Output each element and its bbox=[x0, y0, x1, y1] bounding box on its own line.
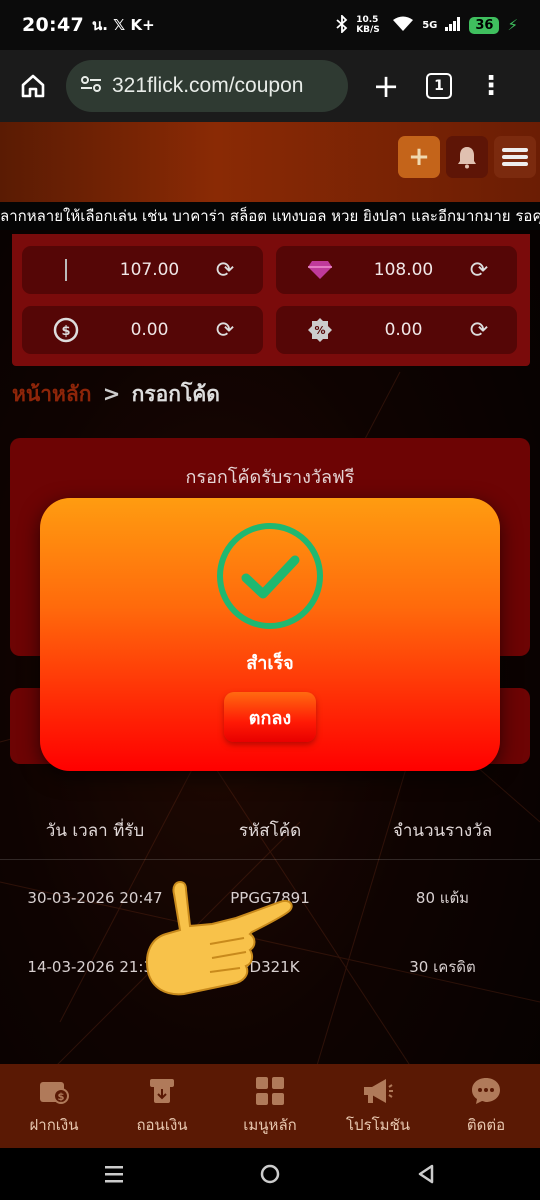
nav-item-contact[interactable]: ติดต่อ bbox=[432, 1064, 540, 1148]
address-bar[interactable]: 321flick.com/coupon bbox=[66, 60, 348, 112]
announcement-marquee: ลากหลายให้เลือกเล่น เช่น บาคาร่า สล็อต แ… bbox=[0, 202, 540, 230]
wallet-bar-icon bbox=[46, 259, 86, 281]
wallet-card-balance: 107.00 ⟳ bbox=[22, 246, 263, 294]
column-header-code: รหัสโค้ด bbox=[238, 821, 302, 841]
refresh-icon[interactable]: ⟳ bbox=[213, 258, 237, 283]
wallet-value: 108.00 bbox=[373, 260, 434, 280]
svg-text:%: % bbox=[314, 324, 325, 337]
wallet-card-diamond: 108.00 ⟳ bbox=[276, 246, 517, 294]
browser-menu-icon[interactable]: ⋮ bbox=[478, 73, 504, 99]
withdraw-icon bbox=[146, 1075, 178, 1107]
signal-icon bbox=[445, 16, 461, 34]
pointing-hand-icon bbox=[140, 872, 300, 1002]
nav-label: ติดต่อ bbox=[466, 1116, 506, 1134]
ok-button[interactable]: ตกลง bbox=[224, 692, 316, 742]
bluetooth-icon bbox=[336, 13, 348, 36]
column-header-datetime: วัน เวลา ที่รับ bbox=[45, 821, 145, 841]
nav-label: ฝากเงิน bbox=[29, 1116, 79, 1134]
refresh-icon[interactable]: ⟳ bbox=[467, 258, 491, 283]
hamburger-menu-icon[interactable] bbox=[494, 136, 536, 178]
breadcrumb-separator: > bbox=[102, 382, 121, 406]
new-tab-icon[interactable]: + bbox=[370, 67, 402, 105]
diamond-icon bbox=[300, 260, 340, 280]
recent-apps-icon[interactable] bbox=[98, 1158, 130, 1190]
home-icon[interactable] bbox=[18, 71, 48, 101]
status-notification-icons: น. 𝕏 K+ bbox=[91, 16, 155, 34]
system-home-icon[interactable] bbox=[254, 1158, 286, 1190]
megaphone-icon bbox=[362, 1075, 394, 1107]
site-header: + bbox=[0, 122, 540, 202]
nav-label: โปรโมชัน bbox=[345, 1116, 410, 1134]
charging-icon: ⚡ bbox=[507, 16, 518, 34]
coin-icon: $ bbox=[46, 317, 86, 343]
tab-switcher-button[interactable]: 1 bbox=[426, 73, 452, 99]
url-text[interactable]: 321flick.com/coupon bbox=[112, 74, 303, 98]
check-circle-icon bbox=[216, 522, 324, 630]
badge-percent-icon: % bbox=[300, 317, 340, 343]
coupon-form-title: กรอกโค้ดรับรางวัลฟรี bbox=[185, 467, 355, 488]
nav-item-promotion[interactable]: โปรโมชัน bbox=[324, 1064, 432, 1148]
column-header-reward: จำนวนรางวัล bbox=[392, 821, 493, 841]
grid-menu-icon bbox=[254, 1075, 286, 1107]
network-speed: 10.5 KB/S bbox=[356, 15, 380, 35]
nav-label: เมนูหลัก bbox=[243, 1116, 297, 1134]
breadcrumb: หน้าหลัก > กรอกโค้ด bbox=[12, 378, 220, 411]
refresh-icon[interactable]: ⟳ bbox=[467, 318, 491, 343]
dialog-message: สำเร็จ bbox=[246, 653, 294, 674]
status-right-icons: 10.5 KB/S 5G 36 ⚡ bbox=[336, 13, 518, 36]
wallet-card-percent: % 0.00 ⟳ bbox=[276, 306, 517, 354]
bell-icon[interactable] bbox=[446, 136, 488, 178]
wallet-value: 0.00 bbox=[130, 320, 169, 340]
row-reward: 80 แต้ม bbox=[415, 889, 470, 907]
wifi-icon bbox=[392, 16, 414, 35]
breadcrumb-current: กรอกโค้ด bbox=[131, 382, 220, 406]
nav-item-main-menu[interactable]: เมนูหลัก bbox=[216, 1064, 324, 1148]
wallet-value: 107.00 bbox=[119, 260, 180, 280]
browser-toolbar: 321flick.com/coupon + 1 ⋮ bbox=[0, 50, 540, 122]
add-button[interactable]: + bbox=[398, 136, 440, 178]
network-type: 5G bbox=[422, 19, 438, 31]
system-navigation-bar bbox=[0, 1148, 540, 1200]
row-reward: 30 เครดิต bbox=[409, 958, 476, 976]
success-dialog: สำเร็จ ตกลง bbox=[40, 498, 500, 771]
support-chat-icon bbox=[470, 1075, 502, 1107]
svg-text:$: $ bbox=[61, 324, 70, 339]
refresh-icon[interactable]: ⟳ bbox=[213, 318, 237, 343]
deposit-icon: $ bbox=[38, 1075, 70, 1107]
nav-item-withdraw[interactable]: ถอนเงิน bbox=[108, 1064, 216, 1148]
wallet-panel: 107.00 ⟳ 108.00 ⟳ $ 0.00 ⟳ % 0.00 ⟳ bbox=[12, 234, 530, 366]
site-settings-icon[interactable] bbox=[80, 74, 102, 98]
svg-text:$: $ bbox=[58, 1092, 65, 1103]
wallet-value: 0.00 bbox=[384, 320, 423, 340]
back-icon[interactable] bbox=[410, 1158, 442, 1190]
table-header-row: วัน เวลา ที่รับ รหัสโค้ด จำนวนรางวัล bbox=[0, 802, 540, 860]
bottom-navigation: $ ฝากเงิน ถอนเงิน เมนูหลัก โปรโมชัน ติดต… bbox=[0, 1064, 540, 1148]
battery-indicator: 36 bbox=[469, 16, 500, 34]
status-time: 20:47 bbox=[22, 14, 84, 36]
status-bar: 20:47 น. 𝕏 K+ 10.5 KB/S 5G 36 ⚡ bbox=[0, 0, 540, 50]
breadcrumb-home-link[interactable]: หน้าหลัก bbox=[12, 382, 91, 406]
nav-label: ถอนเงิน bbox=[136, 1116, 188, 1134]
nav-item-deposit[interactable]: $ ฝากเงิน bbox=[0, 1064, 108, 1148]
wallet-card-coin: $ 0.00 ⟳ bbox=[22, 306, 263, 354]
